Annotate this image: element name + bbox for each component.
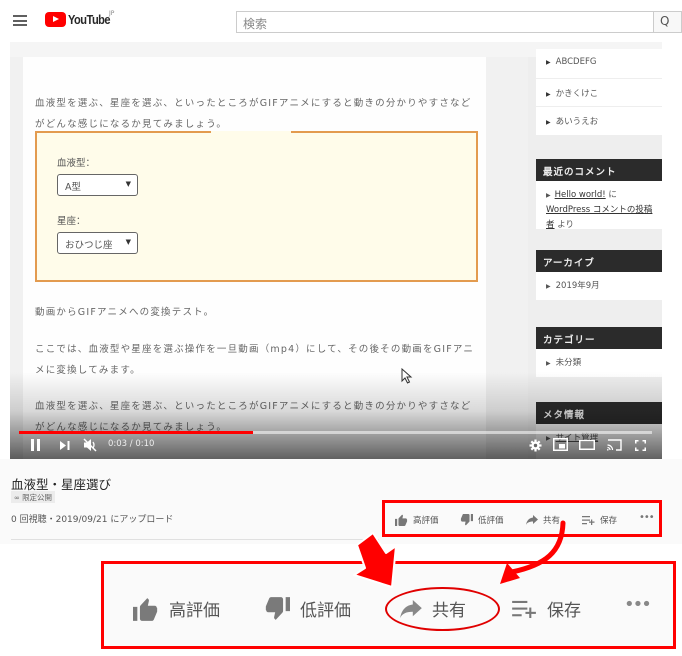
search-button[interactable]: Q xyxy=(653,11,682,33)
recent-comment: ▶ Hello world! に WordPress コメントの投稿者 より xyxy=(536,181,662,230)
fullscreen-icon[interactable] xyxy=(635,440,646,451)
progress-bar-played xyxy=(19,431,254,434)
archive-item: ▶ 2019年9月 xyxy=(536,272,662,300)
blood-type-select: A型 ▼ xyxy=(57,174,138,196)
article-paragraph: 動画からGIFアニメへの変換テスト。 xyxy=(35,307,215,318)
add-to-playlist-icon xyxy=(582,516,595,525)
thumbs-down-icon xyxy=(265,596,290,620)
category-heading: カテゴリー xyxy=(536,327,662,349)
next-icon[interactable] xyxy=(60,441,70,450)
view-count-and-date: 0 回視聴・2019/09/21 にアップロード xyxy=(11,515,174,525)
link-icon: ∞ xyxy=(14,494,23,502)
demo-form: 血液型： A型 ▼ 星座： おひつじ座 ▼ xyxy=(35,131,478,282)
save-button[interactable]: 保存 xyxy=(512,596,581,621)
divider xyxy=(11,539,379,540)
visibility-badge: ∞ 限定公開 xyxy=(11,491,56,503)
thumbs-up-icon xyxy=(133,597,158,621)
masthead: YouTube JP 検索 Q xyxy=(0,0,682,42)
time-display: 0:03 / 0:10 xyxy=(108,439,155,449)
like-button[interactable]: 高評価 xyxy=(395,514,439,526)
region-code: JP xyxy=(109,10,115,17)
settings-gear-icon[interactable] xyxy=(529,439,542,452)
article-paragraph: 血液型を選ぶ、星座を選ぶ、といったところがGIFアニメにすると動きの分かりやすさ… xyxy=(35,98,472,130)
star-sign-label: 星座： xyxy=(57,216,86,227)
more-horizontal-icon: ••• xyxy=(624,594,652,615)
more-actions-button[interactable]: ••• xyxy=(639,512,655,523)
search-input[interactable]: 検索 xyxy=(236,11,654,33)
sidebar-list-item: ▶ ABCDEFG xyxy=(536,49,662,79)
pause-icon[interactable] xyxy=(31,439,41,451)
more-actions-button[interactable]: ••• xyxy=(624,594,652,615)
dislike-button[interactable]: 低評価 xyxy=(460,514,504,526)
save-button[interactable]: 保存 xyxy=(582,514,617,526)
blood-type-label: 血液型： xyxy=(57,158,96,169)
share-button[interactable]: 共有 xyxy=(526,514,560,526)
sidebar-list-item: ▶ あいうえお xyxy=(536,107,662,136)
video-player[interactable]: 血液型を選ぶ、星座を選ぶ、といったところがGIFアニメにすると動きの分かりやすさ… xyxy=(10,42,662,459)
menu-icon[interactable] xyxy=(13,15,27,26)
dislike-button[interactable]: 低評価 xyxy=(264,596,351,621)
cast-icon[interactable] xyxy=(607,439,622,451)
archive-heading: アーカイブ xyxy=(536,250,662,272)
search-icon: Q xyxy=(660,14,670,28)
add-to-playlist-icon xyxy=(512,600,536,618)
muted-volume-icon[interactable] xyxy=(83,438,98,452)
miniplayer-icon[interactable] xyxy=(553,438,568,451)
more-horizontal-icon: ••• xyxy=(639,512,655,523)
thumbs-down-icon xyxy=(460,514,473,526)
youtube-play-icon xyxy=(45,12,66,27)
like-button[interactable]: 高評価 xyxy=(133,596,220,621)
share-arrow-icon xyxy=(526,515,538,525)
brand-name: YouTube xyxy=(68,12,111,27)
progress-bar[interactable] xyxy=(19,431,652,434)
theater-mode-icon[interactable] xyxy=(579,440,595,450)
recent-comments-heading: 最近のコメント xyxy=(536,159,662,181)
sidebar-list-item: ▶ かきくけこ xyxy=(536,79,662,107)
action-bar-small: 高評価 低評価 共有 保存 ••• xyxy=(382,500,662,537)
thumbs-up-icon xyxy=(395,514,408,526)
chevron-down-icon: ▼ xyxy=(125,238,131,246)
share-highlight-ellipse xyxy=(385,587,500,631)
chevron-down-icon: ▼ xyxy=(125,180,131,188)
youtube-logo[interactable]: YouTube JP xyxy=(45,10,117,27)
star-sign-select: おひつじ座 ▼ xyxy=(57,232,138,254)
